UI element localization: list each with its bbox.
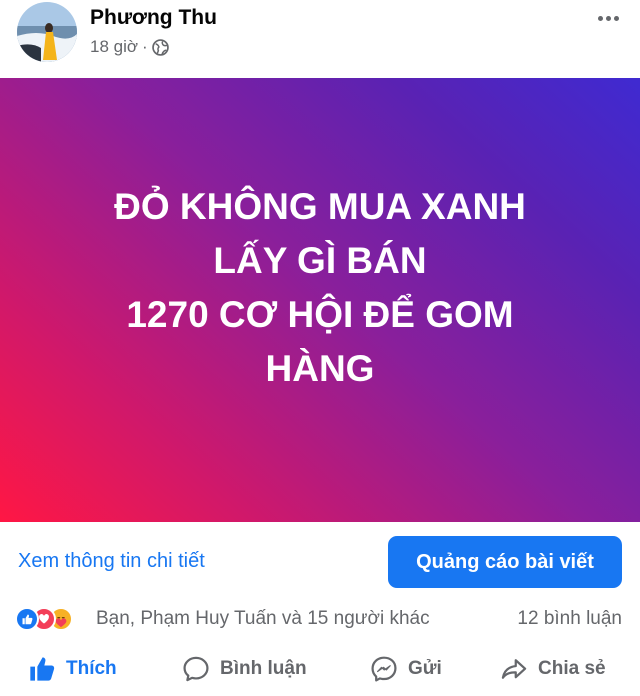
more-dot-icon (613, 15, 619, 21)
send-label: Gửi (408, 658, 442, 679)
meta-separator: · (142, 37, 148, 56)
reactions-summary: Bạn, Phạm Huy Tuấn và 15 người khác 12 b… (0, 602, 640, 638)
post-header: Phương Thu 18 giờ · (0, 0, 640, 78)
reaction-names[interactable]: Bạn, Phạm Huy Tuấn và 15 người khác (96, 608, 430, 630)
thumbs-up-icon (30, 657, 55, 681)
globe-icon (151, 38, 169, 56)
post-banner[interactable]: ĐỎ KHÔNG MUA XANH LẤY GÌ BÁN 1270 CƠ HỘI… (0, 78, 640, 522)
more-dot-icon (605, 15, 611, 21)
like-button[interactable]: Thích (28, 654, 117, 684)
comment-button[interactable]: Bình luận (182, 654, 307, 684)
more-options-button[interactable] (590, 8, 626, 28)
banner-text: ĐỎ KHÔNG MUA XANH LẤY GÌ BÁN 1270 CƠ HỘI… (114, 180, 526, 396)
like-reaction-icon (15, 607, 39, 631)
banner-line: LẤY GÌ BÁN (213, 240, 427, 281)
more-dot-icon (597, 15, 603, 21)
banner-line: ĐỎ KHÔNG MUA XANH (114, 186, 526, 227)
author-name[interactable]: Phương Thu (90, 6, 217, 30)
reaction-icons[interactable] (15, 607, 93, 631)
comment-count[interactable]: 12 bình luận (517, 608, 622, 630)
post-time[interactable]: 18 giờ (90, 37, 138, 57)
send-button[interactable]: Gửi (370, 654, 442, 684)
like-label: Thích (66, 658, 117, 679)
messenger-icon (371, 656, 397, 682)
cta-bar: Xem thông tin chi tiết Quảng cáo bài viế… (0, 522, 640, 602)
comment-label: Bình luận (220, 658, 307, 679)
post-actions: Thích Bình luận Gửi Chia sẻ (0, 642, 640, 696)
see-details-link[interactable]: Xem thông tin chi tiết (18, 550, 205, 573)
banner-line: HÀNG (265, 348, 375, 389)
share-button[interactable]: Chia sẻ (500, 654, 606, 684)
banner-line: 1270 CƠ HỘI ĐỂ GOM (126, 294, 514, 335)
promote-post-button[interactable]: Quảng cáo bài viết (388, 536, 622, 588)
author-avatar[interactable] (17, 2, 77, 62)
share-arrow-icon (501, 659, 527, 679)
comment-bubble-icon (183, 656, 209, 682)
share-label: Chia sẻ (538, 658, 606, 679)
post-meta: 18 giờ · (90, 36, 169, 58)
